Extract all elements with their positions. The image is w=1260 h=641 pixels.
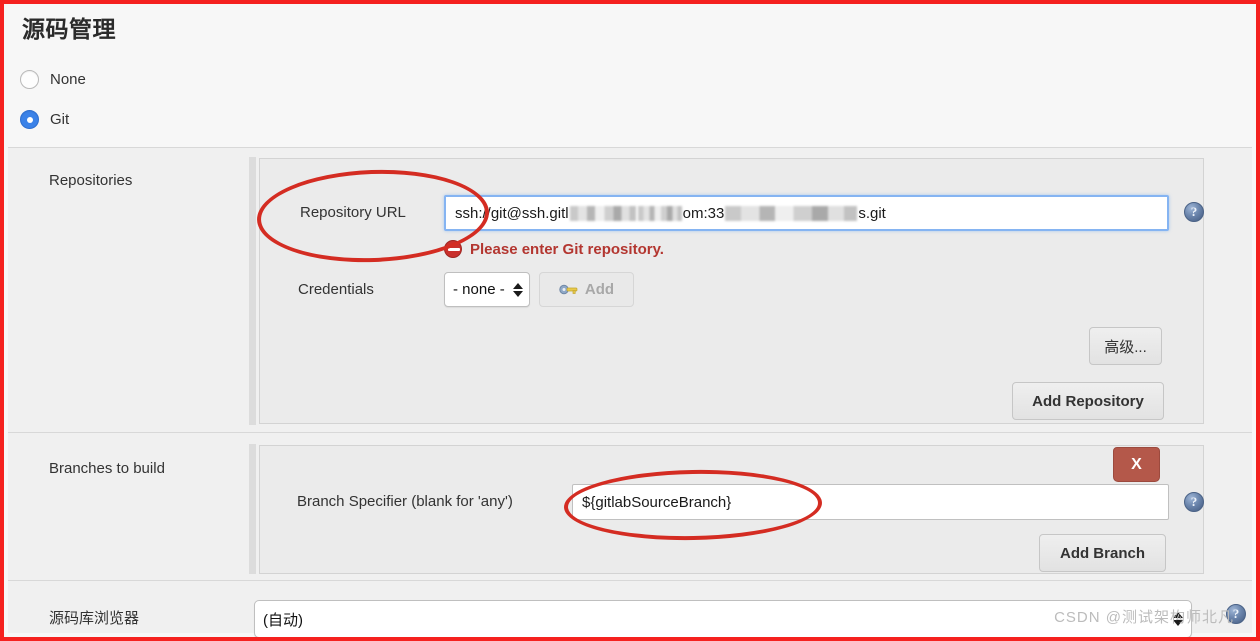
branches-gutter-bar <box>249 444 256 574</box>
branch-specifier-input[interactable]: ${gitlabSourceBranch} <box>572 484 1169 520</box>
radio-option-none[interactable]: None <box>20 70 86 89</box>
radio-option-git[interactable]: Git <box>20 110 69 129</box>
delete-branch-button[interactable]: X <box>1113 447 1160 482</box>
help-icon-repository-url[interactable]: ? <box>1184 202 1204 222</box>
help-icon-branch-specifier[interactable]: ? <box>1184 492 1204 512</box>
repository-browser-value: (自动) <box>263 611 303 629</box>
advanced-button[interactable]: 高级... <box>1089 327 1162 365</box>
help-icon-repository-browser[interactable]: ? <box>1226 604 1246 624</box>
repository-url-value-prefix: ssh://git@ssh.gitl <box>455 204 569 222</box>
key-icon <box>559 284 578 295</box>
credentials-label: Credentials <box>298 281 374 298</box>
row-label-branches: Branches to build <box>49 460 165 477</box>
divider-middle <box>8 432 1252 433</box>
add-repository-button[interactable]: Add Repository <box>1012 382 1164 420</box>
repository-url-error: Please enter Git repository. <box>444 240 664 258</box>
scm-config-panel: 源码管理 None Git Repositories Repository UR… <box>0 0 1260 641</box>
radio-git-indicator[interactable] <box>20 110 39 129</box>
divider-bottom <box>8 580 1252 581</box>
repository-browser-select[interactable]: (自动) <box>254 600 1192 637</box>
add-credentials-button[interactable]: Add <box>539 272 634 307</box>
add-credentials-label: Add <box>584 281 615 298</box>
error-circle-icon <box>444 240 462 258</box>
add-branch-button[interactable]: Add Branch <box>1039 534 1166 572</box>
repository-url-error-text: Please enter Git repository. <box>470 240 664 258</box>
repository-url-input[interactable]: ssh://git@ssh.gitl om:33 s.git <box>444 195 1169 231</box>
repositories-gutter-bar <box>249 157 256 425</box>
redacted-block <box>725 205 858 221</box>
branch-specifier-label: Branch Specifier (blank for 'any') <box>297 493 513 510</box>
repository-url-value-suffix: s.git <box>858 204 886 222</box>
redacted-block <box>569 205 636 221</box>
row-label-repositories: Repositories <box>49 172 133 189</box>
select-arrows-icon <box>1165 612 1183 626</box>
radio-none-label: None <box>50 71 86 88</box>
page-title: 源码管理 <box>22 16 116 42</box>
credentials-select[interactable]: - none - <box>444 272 530 307</box>
select-arrows-icon <box>505 282 523 297</box>
repository-url-value-middle: om:33 <box>682 204 725 222</box>
credentials-select-value: - none - <box>453 281 505 298</box>
divider-top <box>8 147 1252 148</box>
redacted-block <box>637 205 682 221</box>
radio-none-indicator[interactable] <box>20 70 39 89</box>
repository-url-label: Repository URL <box>300 204 406 221</box>
row-label-repository-browser: 源码库浏览器 <box>49 610 140 627</box>
radio-git-label: Git <box>50 111 70 128</box>
